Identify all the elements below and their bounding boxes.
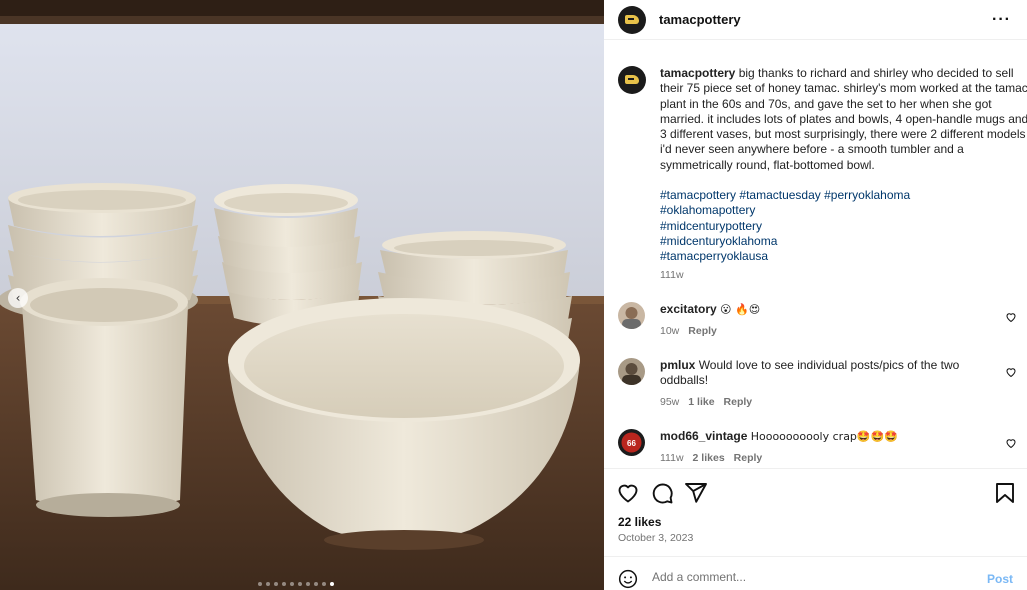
reply-button[interactable]: Reply — [734, 452, 763, 464]
reply-button[interactable]: Reply — [688, 325, 717, 337]
carousel-dot — [314, 582, 318, 586]
share-icon[interactable] — [684, 481, 708, 505]
carousel-dot — [306, 582, 310, 586]
caption-text: tamacpottery big thanks to richard and s… — [660, 66, 1027, 173]
carousel-dot — [322, 582, 326, 586]
carousel-dot — [298, 582, 302, 586]
comment-meta: 10w Reply — [660, 325, 717, 337]
post-header: tamacpottery ··· — [604, 0, 1027, 40]
comment-body: 😮 🔥😍 — [720, 303, 761, 316]
comment-composer: Post — [604, 556, 1027, 590]
comment-meta: 95w 1 like Reply — [660, 396, 752, 408]
comment-text: excitatory 😮 🔥😍 — [660, 302, 970, 317]
comments-scroll-area[interactable]: tamacpottery big thanks to richard and s… — [604, 40, 1027, 468]
comment-time[interactable]: 10w — [660, 325, 679, 337]
post-comment-button[interactable]: Post — [987, 572, 1013, 586]
hashtag-link[interactable]: #midcenturyoklahoma — [660, 234, 910, 249]
comment-avatar[interactable]: 66 — [618, 429, 645, 456]
comment-username[interactable]: excitatory — [660, 302, 717, 316]
chevron-left-icon: ‹ — [15, 291, 21, 305]
caption-avatar[interactable] — [618, 66, 646, 94]
post-media[interactable]: ‹ — [0, 0, 604, 590]
carousel-dot — [258, 582, 262, 586]
emoji-icon[interactable] — [618, 569, 638, 589]
comment-body: Would love to see individual posts/pics … — [660, 358, 960, 388]
comment-text: mod66_vintage Hoooooooooly crap🤩🤩🤩 — [660, 429, 970, 444]
caption-username[interactable]: tamacpottery — [660, 66, 735, 80]
carousel-dot-active — [330, 582, 334, 586]
carousel-indicator — [258, 582, 334, 586]
hashtag-link[interactable]: #tamacperryoklausa — [660, 249, 910, 264]
reply-button[interactable]: Reply — [724, 396, 753, 408]
hashtags: #tamacpottery #tamactuesday #perryoklaho… — [660, 188, 910, 264]
caption-timestamp[interactable]: 111w — [660, 269, 684, 281]
more-options-icon[interactable]: ··· — [992, 11, 1011, 29]
hashtag-link[interactable]: #tamacpottery — [660, 188, 736, 202]
hashtag-link[interactable]: #tamactuesday — [739, 188, 820, 202]
comment-time[interactable]: 95w — [660, 396, 679, 408]
post-date: October 3, 2023 — [618, 532, 694, 544]
heart-icon[interactable] — [1005, 366, 1017, 378]
avatar[interactable] — [618, 5, 646, 34]
comment-text: pmlux Would love to see individual posts… — [660, 358, 970, 389]
header-username[interactable]: tamacpottery — [659, 12, 741, 27]
heart-icon[interactable] — [1005, 311, 1017, 323]
carousel-dot — [274, 582, 278, 586]
comment-time[interactable]: 111w — [660, 452, 684, 464]
carousel-dot — [266, 582, 270, 586]
heart-icon[interactable] — [616, 481, 640, 505]
comment-avatar[interactable] — [618, 358, 645, 385]
bookmark-icon[interactable] — [993, 481, 1017, 505]
hashtag-link[interactable]: #midcenturypottery — [660, 219, 910, 234]
hashtag-link[interactable]: #oklahomapottery — [660, 203, 910, 218]
caption-body: big thanks to richard and shirley who de… — [660, 66, 1027, 172]
comment-avatar[interactable] — [618, 302, 645, 329]
comment-body: Hoooooooooly crap🤩🤩🤩 — [750, 430, 899, 443]
likes-count[interactable]: 22 likes — [618, 515, 661, 529]
heart-icon[interactable] — [1005, 437, 1017, 449]
comment-username[interactable]: mod66_vintage — [660, 429, 747, 443]
post-actions: 22 likes October 3, 2023 — [604, 468, 1027, 556]
comment-input[interactable] — [652, 570, 972, 584]
svg-text:66: 66 — [627, 439, 636, 448]
comment-meta: 111w 2 likes Reply — [660, 452, 762, 464]
carousel-dot — [290, 582, 294, 586]
comment-likes[interactable]: 1 like — [688, 396, 714, 408]
comment-username[interactable]: pmlux — [660, 358, 695, 372]
post-photo — [0, 0, 604, 590]
hashtag-link[interactable]: #perryoklahoma — [824, 188, 910, 202]
post-details-panel: tamacpottery ··· tamacpottery big thanks… — [604, 0, 1027, 590]
carousel-prev-button[interactable]: ‹ — [8, 288, 28, 308]
comment-icon[interactable] — [650, 481, 674, 505]
comment-likes[interactable]: 2 likes — [693, 452, 725, 464]
carousel-dot — [282, 582, 286, 586]
